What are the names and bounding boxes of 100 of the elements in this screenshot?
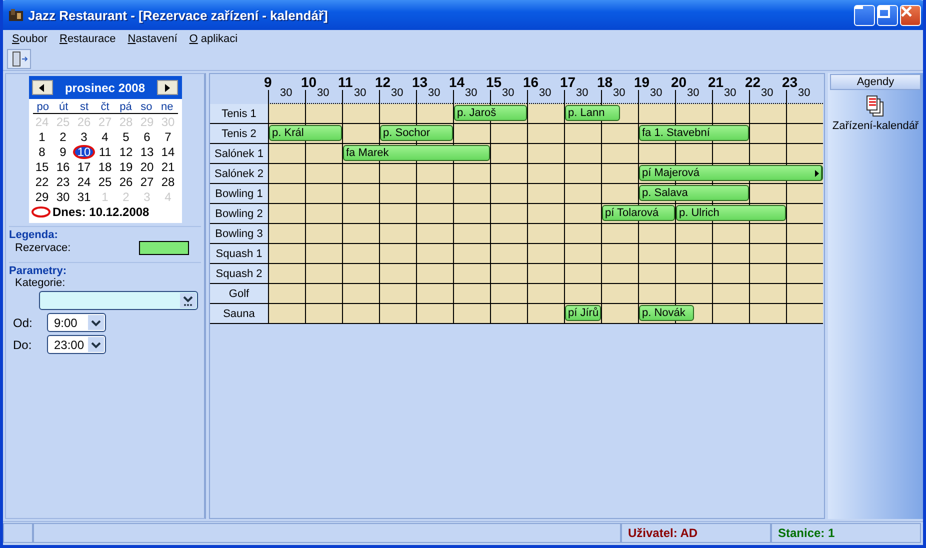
reservation-block[interactable]: p. Jaroš (454, 105, 527, 121)
calendar-day[interactable]: 12 (116, 144, 137, 158)
calendar-day[interactable]: 18 (94, 160, 116, 174)
minimize-button[interactable] (854, 4, 875, 26)
calendar-day[interactable]: 29 (32, 190, 52, 204)
calendar-day[interactable]: 22 (32, 174, 52, 188)
half-hour-label: 30 (798, 87, 810, 99)
half-hour-label: 30 (465, 87, 478, 99)
previous-month-button[interactable] (32, 80, 52, 95)
calendar-day[interactable]: 6 (136, 130, 158, 144)
resource-label: Squash 2 (210, 264, 268, 284)
reservation-block[interactable]: pí Jírů (565, 305, 601, 321)
hour-label: 19 (634, 74, 650, 90)
reservation-block[interactable]: p. Sochor (380, 125, 453, 141)
half-hour-label: 30 (650, 87, 662, 99)
next-month-button[interactable] (157, 80, 178, 95)
category-dropdown[interactable] (39, 291, 198, 310)
reservation-block[interactable]: p. Ulrich (676, 205, 786, 221)
half-hour-label: 30 (724, 87, 736, 99)
weekday-label: pá (118, 101, 133, 113)
minimize-icon (855, 6, 863, 8)
calendar-day[interactable]: 10 (73, 144, 95, 158)
menu-item[interactable]: Nastavení (122, 33, 184, 45)
hour-label: 22 (745, 74, 761, 90)
calendar-day[interactable]: 28 (158, 174, 178, 188)
from-time-dropdown[interactable]: 9:00 (47, 313, 106, 332)
resource-label: Tenis 1 (210, 104, 268, 124)
to-time-dropdown[interactable]: 23:00 (47, 335, 106, 354)
weekday-label: čt (100, 101, 110, 113)
section-title: Legenda: (9, 229, 59, 241)
hour-label: 11 (338, 74, 353, 90)
resource-label: Salónek 2 (210, 164, 268, 184)
today-marker-icon (30, 206, 50, 218)
status-text: Stanice: 1 (771, 523, 921, 543)
weekday-label: so (140, 101, 154, 113)
weekday-label: út (58, 101, 70, 113)
hour-label: 20 (671, 74, 687, 90)
half-hour-label: 30 (539, 87, 552, 99)
calendar-day[interactable]: 27 (136, 174, 158, 188)
calendar-day[interactable]: 15 (32, 160, 52, 174)
reservation-block[interactable]: fa Marek (343, 145, 490, 161)
calendar-day[interactable]: 5 (116, 130, 136, 144)
menu-item[interactable]: O aplikaci (183, 33, 244, 45)
field-label: Kategorie: (14, 277, 66, 289)
reservation-block[interactable]: p. Novák (639, 305, 694, 321)
agenda-item[interactable]: Zařízení-kalendář (832, 90, 919, 136)
menu-item[interactable]: Restaurace (53, 33, 122, 45)
piano-icon (8, 7, 24, 23)
calendar-day[interactable]: 8 (32, 144, 52, 158)
calendar-day[interactable]: 21 (158, 160, 178, 174)
hour-label: 13 (412, 74, 428, 90)
resource-label: Bowling 3 (210, 224, 268, 244)
exit-toolbar-button[interactable] (7, 49, 31, 69)
calendar-day[interactable]: 16 (52, 160, 74, 174)
half-hour-label: 30 (687, 87, 700, 99)
half-hour-label: 30 (613, 87, 626, 99)
calendar-day[interactable]: 11 (94, 144, 116, 158)
status-text: Uživatel: AD (621, 523, 771, 543)
resource-label: Squash 1 (210, 244, 268, 264)
maximize-button[interactable] (877, 4, 898, 26)
calendar-day[interactable]: 1 (32, 130, 52, 144)
calendar-day[interactable]: 9 (52, 144, 74, 158)
calendar-day[interactable]: 2 (52, 130, 74, 144)
half-hour-label: 30 (280, 87, 292, 99)
agendas-header[interactable]: Agendy (830, 74, 921, 90)
reservation-block[interactable]: p. Král (269, 125, 342, 141)
calendar-day[interactable]: 19 (116, 160, 136, 174)
reservation-block[interactable]: pí Tolarová (602, 205, 675, 221)
weekday-label: po (36, 101, 50, 113)
calendar-day[interactable]: 31 (74, 190, 94, 204)
calendar-day[interactable]: 13 (136, 144, 158, 158)
reservation-block[interactable]: p. Salava (639, 185, 749, 201)
door-arrow-icon (10, 51, 28, 67)
hour-label: 12 (375, 74, 391, 90)
hour-label: 18 (597, 74, 613, 90)
reservation-block[interactable]: fa 1. Stavební (639, 125, 749, 141)
hour-label: 14 (449, 74, 465, 90)
calendar-day[interactable]: 25 (94, 174, 116, 188)
half-hour-label: 30 (576, 87, 588, 99)
hour-label: 10 (301, 74, 317, 90)
calendar-day[interactable]: 17 (74, 160, 94, 174)
close-button[interactable] (900, 4, 921, 26)
resource-label: Golf (210, 284, 268, 304)
menu-item[interactable]: Soubor (6, 33, 54, 45)
calendar-day[interactable]: 3 (74, 130, 94, 144)
hour-label: 21 (708, 74, 724, 90)
reservation-block[interactable]: p. Lann (565, 105, 620, 121)
calendar-day[interactable]: 30 (52, 190, 74, 204)
month-title: prosinec 2008 (64, 80, 146, 94)
calendar-day[interactable]: 26 (116, 174, 136, 188)
calendar-day[interactable]: 7 (158, 130, 178, 144)
reservation-block[interactable]: pí Majerová (639, 165, 823, 181)
calendar-day[interactable]: 4 (94, 130, 116, 144)
calendar-day[interactable]: 14 (158, 144, 178, 158)
calendar-day[interactable]: 24 (74, 174, 94, 188)
half-hour-label: 30 (354, 87, 366, 99)
chevron-dots-icon (182, 294, 194, 306)
hour-label: 9 (264, 74, 272, 90)
calendar-day[interactable]: 23 (52, 174, 74, 188)
calendar-day[interactable]: 20 (136, 160, 158, 174)
